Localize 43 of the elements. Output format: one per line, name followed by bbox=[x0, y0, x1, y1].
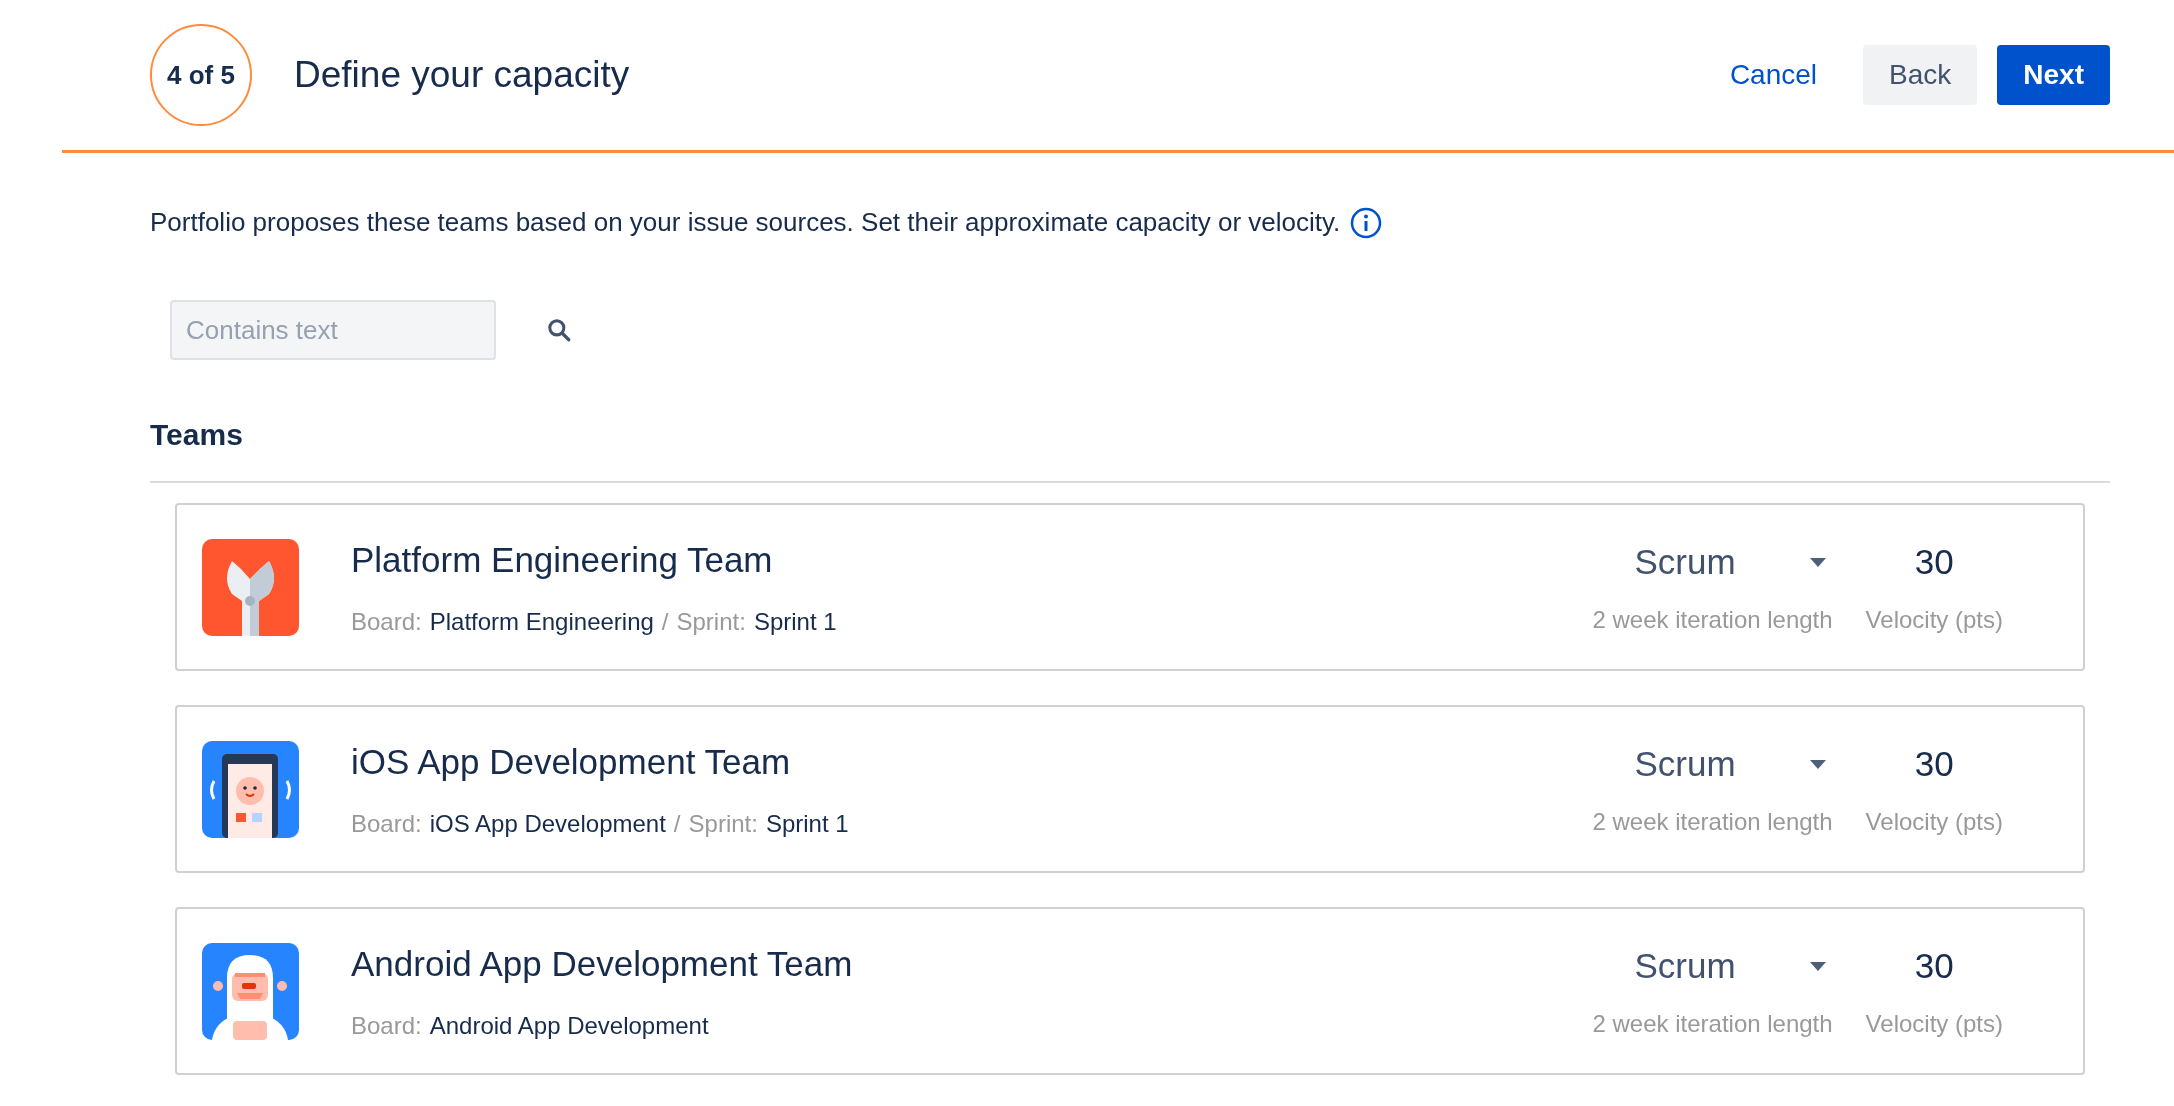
method-dropdown[interactable]: Scrum bbox=[1592, 939, 1846, 993]
phone-character-icon bbox=[202, 740, 299, 838]
caret-icon bbox=[1809, 759, 1826, 769]
iteration-label: 2 week iteration length bbox=[1592, 605, 1834, 636]
wrench-icon bbox=[202, 538, 299, 636]
search-icon[interactable] bbox=[546, 317, 572, 343]
back-button[interactable]: Back bbox=[1863, 45, 1978, 105]
detail-value: Platform Engineering bbox=[429, 607, 654, 638]
separator-text: / bbox=[673, 809, 681, 840]
info-icon[interactable] bbox=[1350, 206, 1383, 239]
next-button[interactable]: Next bbox=[1997, 45, 2110, 105]
detail-label: Sprint: bbox=[676, 607, 746, 638]
step-counter: 4 of 5 bbox=[150, 24, 252, 126]
velocity-label: Velocity (pts) bbox=[1865, 605, 2003, 636]
velocity-label: Velocity (pts) bbox=[1865, 1009, 2003, 1040]
team-name: Android App Development Team bbox=[351, 942, 853, 985]
detail-value: Sprint 1 bbox=[753, 607, 837, 638]
detail-value: iOS App Development bbox=[429, 809, 666, 840]
detail-label: Board: bbox=[351, 1011, 422, 1042]
cancel-link[interactable]: Cancel bbox=[1703, 45, 1844, 105]
description-text: Portfolio proposes these teams based on your issue sources. Set their approximate capacity or velocity. bbox=[150, 206, 1341, 239]
detail-label: Board: bbox=[351, 607, 422, 638]
iteration-label: 2 week iteration length bbox=[1592, 807, 1834, 838]
detail-label: Board: bbox=[351, 809, 422, 840]
separator-text: / bbox=[661, 607, 669, 638]
detail-label: Sprint: bbox=[688, 809, 758, 840]
velocity-value[interactable]: 30 bbox=[1865, 535, 2003, 589]
page-title: Define your capacity bbox=[294, 53, 630, 98]
method-dropdown[interactable]: Scrum bbox=[1592, 737, 1846, 791]
search-field[interactable]: Contains text bbox=[170, 300, 496, 360]
yeti-character-icon bbox=[202, 942, 299, 1040]
method-dropdown[interactable]: Scrum bbox=[1592, 535, 1846, 589]
detail-value: Sprint 1 bbox=[765, 809, 849, 840]
detail-value: Android App Development bbox=[429, 1011, 709, 1042]
section-heading: Teams bbox=[150, 417, 244, 453]
caret-icon bbox=[1809, 961, 1826, 971]
velocity-label: Velocity (pts) bbox=[1865, 807, 2003, 838]
iteration-label: 2 week iteration length bbox=[1592, 1009, 1834, 1040]
velocity-value[interactable]: 30 bbox=[1865, 737, 2003, 791]
team-name: iOS App Development Team bbox=[351, 740, 792, 783]
team-name: Platform Engineering Team bbox=[351, 538, 774, 581]
caret-icon bbox=[1809, 557, 1826, 567]
velocity-value[interactable]: 30 bbox=[1865, 939, 2003, 993]
